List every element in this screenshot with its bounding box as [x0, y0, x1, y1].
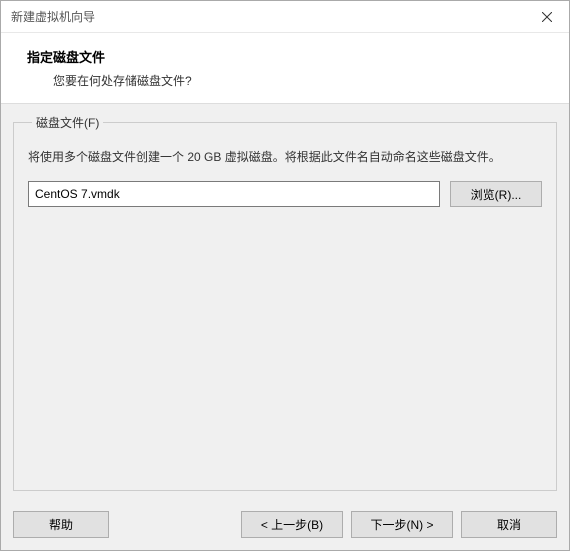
next-button[interactable]: 下一步(N) >	[351, 511, 453, 538]
window-title: 新建虚拟机向导	[11, 8, 95, 25]
footer-buttons: 帮助 < 上一步(B) 下一步(N) > 取消	[1, 501, 569, 550]
disk-file-description: 将使用多个磁盘文件创建一个 20 GB 虚拟磁盘。将根据此文件名自动命名这些磁盘…	[28, 147, 542, 167]
disk-filename-input[interactable]	[28, 181, 440, 207]
disk-file-group: 磁盘文件(F) 将使用多个磁盘文件创建一个 20 GB 虚拟磁盘。将根据此文件名…	[13, 114, 557, 491]
page-subheading: 您要在何处存储磁盘文件?	[27, 72, 543, 89]
header-area: 指定磁盘文件 您要在何处存储磁盘文件?	[1, 33, 569, 103]
back-button[interactable]: < 上一步(B)	[241, 511, 343, 538]
file-input-row: 浏览(R)...	[28, 181, 542, 207]
disk-file-legend: 磁盘文件(F)	[32, 114, 103, 131]
close-icon	[542, 12, 552, 22]
close-button[interactable]	[524, 1, 569, 33]
titlebar: 新建虚拟机向导	[1, 1, 569, 33]
cancel-button[interactable]: 取消	[461, 511, 557, 538]
wizard-window: 新建虚拟机向导 指定磁盘文件 您要在何处存储磁盘文件? 磁盘文件(F) 将使用多…	[0, 0, 570, 551]
browse-button[interactable]: 浏览(R)...	[450, 181, 542, 207]
page-heading: 指定磁盘文件	[27, 47, 543, 66]
content-area: 磁盘文件(F) 将使用多个磁盘文件创建一个 20 GB 虚拟磁盘。将根据此文件名…	[1, 104, 569, 501]
help-button[interactable]: 帮助	[13, 511, 109, 538]
